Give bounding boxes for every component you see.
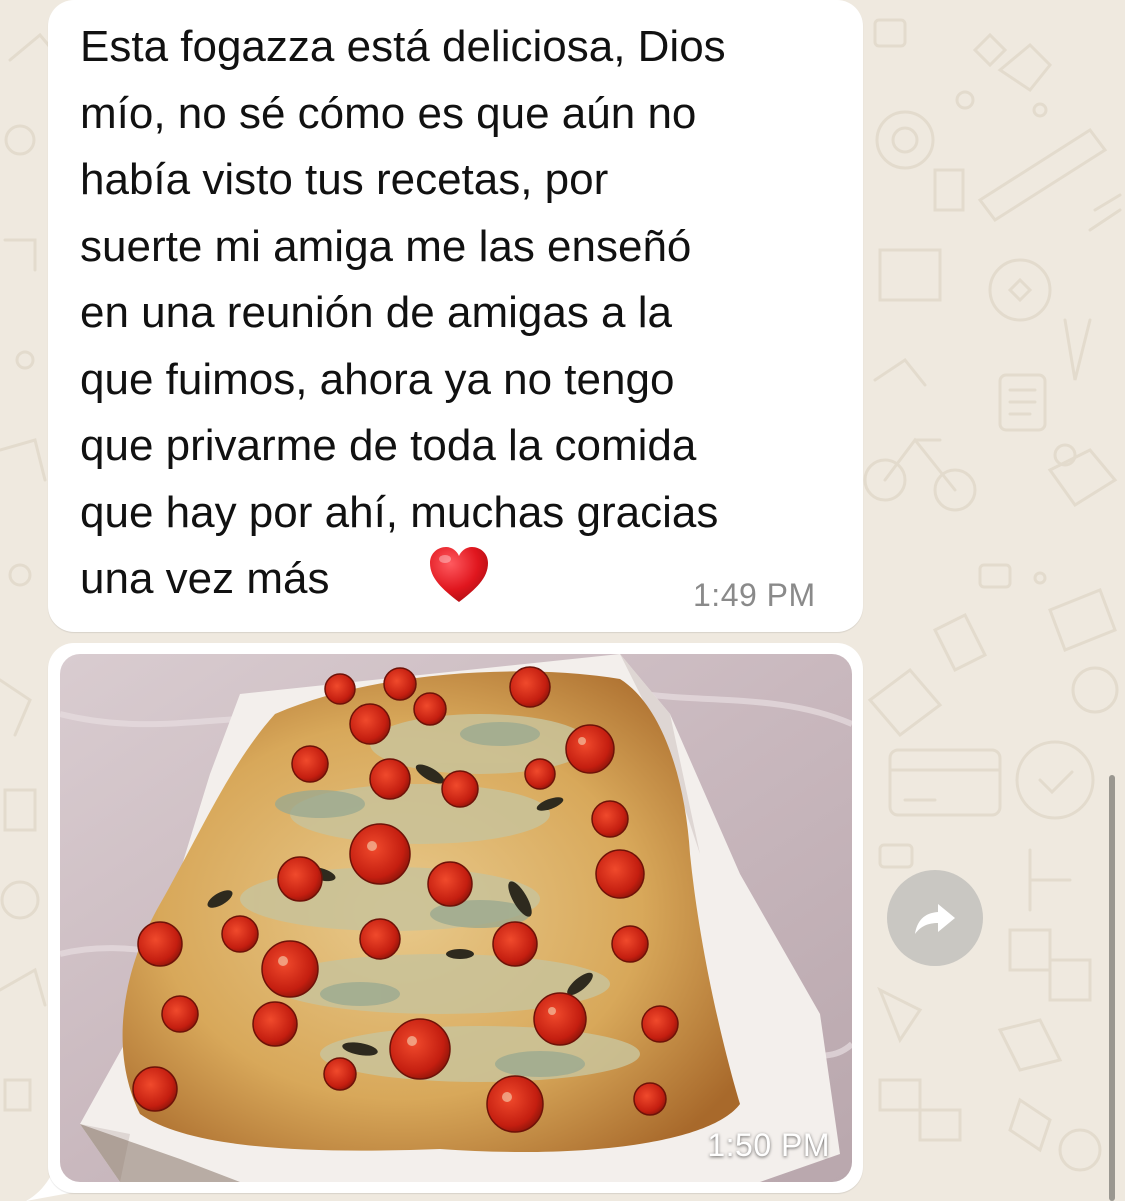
- message-bubble-text[interactable]: Esta fogazza está deliciosa, Dios mío, n…: [48, 0, 863, 632]
- message-timestamp: 1:49 PM: [693, 577, 816, 613]
- message-bubble-image[interactable]: 1:50 PM: [48, 643, 863, 1193]
- forward-arrow-icon: [915, 904, 955, 934]
- scrollbar-thumb[interactable]: [1109, 775, 1115, 1201]
- image-timestamp: 1:50 PM: [707, 1127, 830, 1163]
- forward-button[interactable]: [887, 870, 983, 966]
- fogazza-photo-image: [60, 654, 852, 1182]
- message-photo[interactable]: 1:50 PM: [60, 654, 852, 1182]
- red-heart-emoji-icon: [430, 547, 488, 602]
- message-text: Esta fogazza está deliciosa, Dios mío, n…: [80, 22, 726, 603]
